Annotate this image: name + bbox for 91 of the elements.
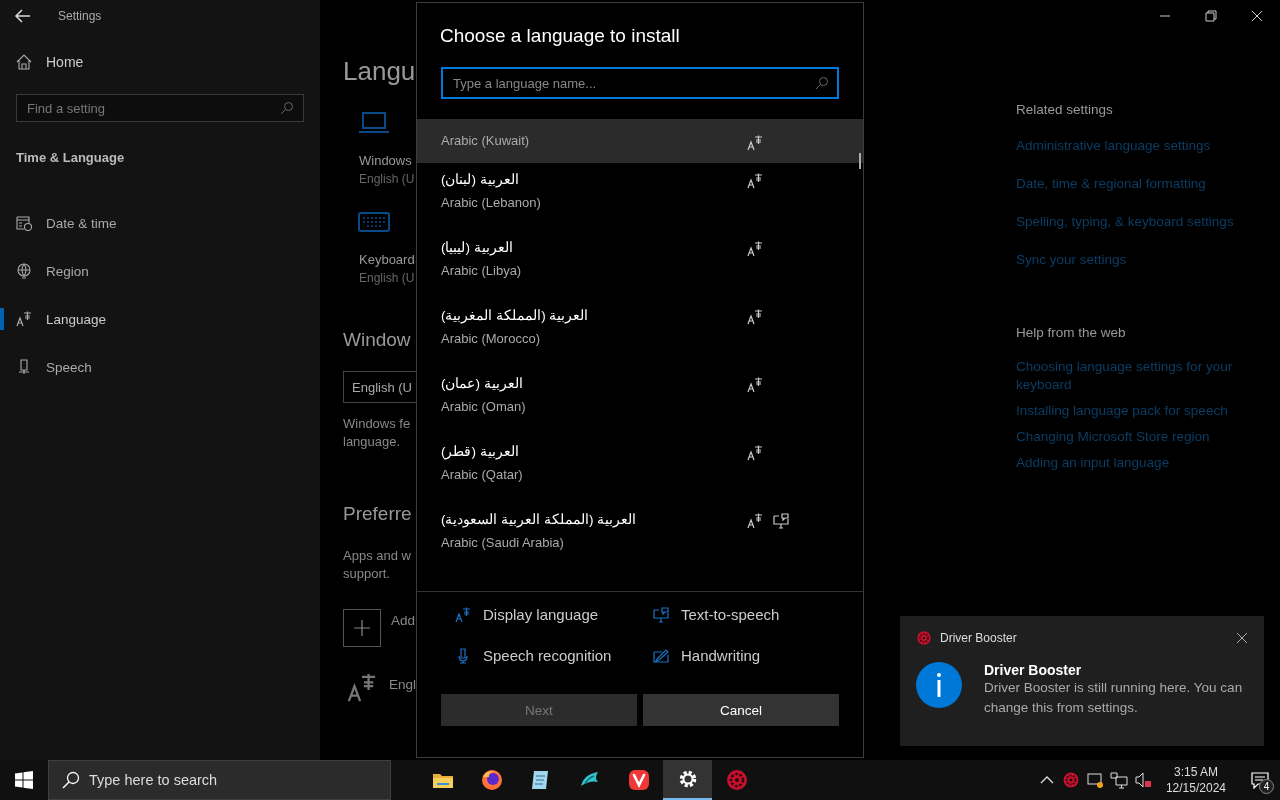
language-icon bbox=[747, 377, 763, 393]
notification-title: Driver Booster bbox=[984, 662, 1083, 678]
language-name[interactable]: Engl bbox=[389, 677, 417, 692]
page-title: Langu bbox=[343, 56, 416, 87]
taskbar-app[interactable] bbox=[663, 760, 712, 800]
native-language-name: العربية (المملكة المغربية) bbox=[441, 307, 589, 323]
monitor-speech-icon bbox=[653, 606, 669, 623]
language-icon bbox=[16, 311, 32, 327]
app-name: Driver Booster bbox=[940, 631, 1017, 645]
firefox-icon[interactable] bbox=[481, 770, 502, 790]
notification-message: Driver Booster is still running here. You can change this from settings. bbox=[984, 679, 1244, 717]
search-field[interactable]: Find a setting bbox=[16, 94, 304, 122]
native-language-name: العربية (المملكة العربية السعودية) bbox=[441, 511, 637, 527]
dialog-button[interactable]: Cancel bbox=[643, 694, 839, 726]
home-nav-item[interactable]: Home bbox=[0, 32, 320, 70]
pen-tablet-icon bbox=[653, 647, 669, 664]
search-icon bbox=[62, 771, 80, 789]
bird-icon[interactable] bbox=[580, 772, 598, 786]
monitor-speech-icon bbox=[773, 513, 789, 529]
feature-title[interactable]: Keyboard bbox=[359, 252, 415, 267]
legend-label: Speech recognition bbox=[483, 647, 612, 664]
language-name: Arabic (Qatar) bbox=[441, 467, 524, 482]
language-name: Arabic (Lebanon) bbox=[441, 195, 542, 210]
native-language-name: العربية (عمان) bbox=[441, 375, 523, 391]
nav-item[interactable]: Date & time bbox=[0, 199, 320, 247]
legend-label: Display language bbox=[483, 606, 599, 623]
add-language-label[interactable]: Add bbox=[391, 613, 416, 628]
search-icon[interactable] bbox=[815, 76, 829, 90]
feature-title[interactable]: Windows bbox=[359, 153, 415, 168]
monitor-icon[interactable] bbox=[1085, 771, 1104, 789]
clock-time[interactable]: 3:15 AM bbox=[1173, 764, 1218, 780]
clock-date[interactable]: 12/15/2024 bbox=[1165, 780, 1226, 796]
language-name: Arabic (Oman) bbox=[441, 399, 527, 414]
vivaldi-icon[interactable] bbox=[628, 770, 649, 790]
native-language-name: العربية (قطر) bbox=[441, 443, 519, 459]
info-icon bbox=[916, 662, 962, 708]
dialog-title: Choose a language to install bbox=[439, 24, 681, 47]
section-heading: Window bbox=[343, 329, 411, 351]
taskbar-search-field[interactable]: Type here to search bbox=[48, 760, 391, 800]
section-heading: Help from the web bbox=[1016, 325, 1127, 340]
calendar-clock-icon bbox=[16, 215, 32, 231]
language-icon bbox=[747, 241, 763, 257]
gear-icon[interactable] bbox=[679, 770, 696, 788]
nav-item[interactable]: Speech bbox=[0, 343, 320, 391]
language-icon bbox=[347, 673, 377, 703]
language-name: Arabic (Kuwait) bbox=[441, 133, 531, 148]
folder-icon[interactable] bbox=[432, 774, 453, 788]
microphone-icon bbox=[455, 647, 471, 664]
language-icon bbox=[747, 309, 763, 325]
search-icon[interactable] bbox=[280, 101, 294, 115]
close-icon[interactable] bbox=[1236, 632, 1248, 644]
description-text: Windows fe language. bbox=[343, 415, 411, 451]
feature-subtitle: English (U bbox=[359, 271, 415, 285]
network-icon[interactable] bbox=[1109, 771, 1128, 789]
back-arrow-icon[interactable] bbox=[14, 7, 32, 25]
language-name: Arabic (Morocco) bbox=[441, 331, 541, 346]
add-button[interactable] bbox=[343, 609, 381, 647]
description-text: Apps and w support. bbox=[343, 547, 411, 583]
microphone-icon bbox=[16, 359, 32, 375]
native-language-name: العربية (ليبيا) bbox=[441, 239, 513, 255]
speaker-muted-icon[interactable] bbox=[1133, 771, 1152, 789]
window-title: Settings bbox=[58, 9, 102, 23]
section-heading: Preferre bbox=[343, 503, 412, 525]
notification-count: 4 bbox=[1259, 779, 1274, 794]
notification-center-button[interactable]: 4 bbox=[1240, 760, 1280, 800]
nav-item[interactable]: Region bbox=[0, 247, 320, 295]
plus-icon bbox=[353, 619, 371, 637]
language-search-field[interactable]: Type a language name... bbox=[441, 67, 839, 99]
windows-logo-icon bbox=[15, 771, 33, 789]
legend-label: Text-to-speech bbox=[681, 606, 780, 623]
section-heading: Related settings bbox=[1016, 102, 1114, 117]
language-icon bbox=[747, 135, 763, 151]
legend-label: Handwriting bbox=[681, 647, 761, 664]
language-icon bbox=[455, 606, 471, 623]
keyboard-icon bbox=[358, 210, 390, 234]
laptop-icon bbox=[358, 111, 390, 135]
globe-icon bbox=[16, 263, 32, 279]
section-title: Time & Language bbox=[15, 149, 126, 165]
language-row[interactable]: Arabic (Kuwait) bbox=[417, 119, 863, 163]
language-name: Arabic (Libya) bbox=[441, 263, 523, 278]
language-icon bbox=[747, 173, 763, 189]
home-icon bbox=[16, 54, 32, 70]
language-icon bbox=[747, 445, 763, 461]
message-icon bbox=[1251, 771, 1269, 789]
native-language-name: العربية (لبنان) bbox=[441, 171, 519, 187]
nav-item[interactable]: Language bbox=[0, 295, 320, 343]
notepad-icon[interactable] bbox=[531, 771, 548, 789]
feature-subtitle: English (U bbox=[359, 172, 415, 186]
language-icon bbox=[747, 513, 763, 529]
language-name: Arabic (Saudi Arabia) bbox=[441, 535, 565, 550]
scrollbar-thumb[interactable] bbox=[859, 153, 861, 169]
